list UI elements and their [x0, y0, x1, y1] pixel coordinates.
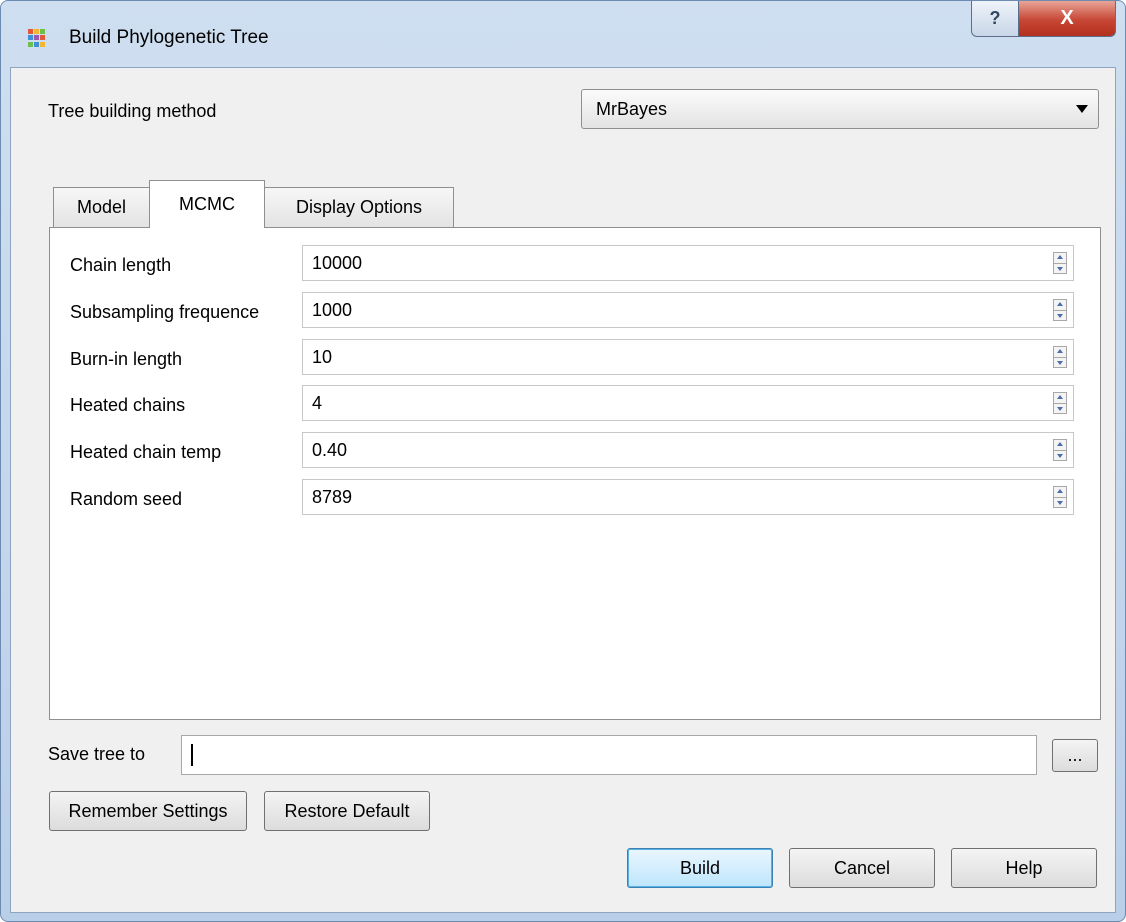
grid-app-icon	[28, 29, 46, 47]
button-label: Help	[1005, 857, 1043, 878]
chevron-down-icon	[1076, 105, 1088, 113]
title-bar[interactable]: Build Phylogenetic Tree ? X	[1, 1, 1125, 67]
browse-button[interactable]: ...	[1052, 739, 1098, 772]
spin-arrows-icon[interactable]	[1053, 299, 1067, 321]
tab-mcmc[interactable]: MCMC	[149, 180, 265, 228]
tab-display-options[interactable]: Display Options	[264, 187, 454, 227]
mcmc-panel: Chain length 10000 Subsampling frequence…	[49, 227, 1101, 720]
chain-length-label: Chain length	[70, 255, 172, 275]
heated-chain-temp-spinbox[interactable]: 0.40	[302, 432, 1074, 468]
text-caret	[191, 744, 193, 766]
button-label: Build	[679, 857, 721, 878]
heated-chains-label: Heated chains	[70, 395, 186, 415]
subsampling-spinbox[interactable]: 1000	[302, 292, 1074, 328]
spin-arrows-icon[interactable]	[1053, 346, 1067, 368]
method-select[interactable]: MrBayes	[581, 89, 1099, 129]
help-button[interactable]: Help	[951, 848, 1097, 888]
spin-arrows-icon[interactable]	[1053, 392, 1067, 414]
restore-default-button[interactable]: Restore Default	[264, 791, 430, 831]
spin-arrows-icon[interactable]	[1053, 252, 1067, 274]
close-icon: X	[1060, 7, 1074, 29]
spinbox-value: 10	[312, 347, 333, 367]
question-mark-icon: ?	[989, 8, 1001, 28]
burn-in-label: Burn-in length	[70, 349, 183, 369]
spinbox-value: 10000	[312, 253, 363, 273]
burn-in-spinbox[interactable]: 10	[302, 339, 1074, 375]
cancel-button[interactable]: Cancel	[789, 848, 935, 888]
method-select-value: MrBayes	[596, 99, 668, 119]
save-tree-label: Save tree to	[48, 744, 146, 764]
spinbox-value: 4	[312, 393, 323, 413]
dialog-body: Tree building method MrBayes Model MCMC …	[10, 67, 1116, 913]
tab-label: Model	[76, 197, 127, 217]
method-label: Tree building method	[48, 101, 217, 121]
save-tree-input[interactable]	[181, 735, 1037, 775]
chain-length-spinbox[interactable]: 10000	[302, 245, 1074, 281]
heated-chains-spinbox[interactable]: 4	[302, 385, 1074, 421]
tab-label: MCMC	[179, 194, 235, 214]
button-label: Cancel	[833, 857, 891, 878]
tab-model[interactable]: Model	[53, 187, 150, 227]
heated-chain-temp-label: Heated chain temp	[70, 442, 222, 462]
spinbox-value: 1000	[312, 300, 353, 320]
help-title-button[interactable]: ?	[971, 1, 1019, 37]
spin-arrows-icon[interactable]	[1053, 486, 1067, 508]
spinbox-value: 8789	[312, 487, 353, 507]
random-seed-label: Random seed	[70, 489, 183, 509]
button-label: Remember Settings	[68, 800, 228, 821]
close-button[interactable]: X	[1018, 1, 1116, 37]
build-button[interactable]: Build	[627, 848, 773, 888]
spin-arrows-icon[interactable]	[1053, 439, 1067, 461]
ellipsis-icon: ...	[1067, 745, 1083, 765]
tab-label: Display Options	[295, 197, 423, 217]
subsampling-label: Subsampling frequence	[70, 302, 260, 322]
button-label: Restore Default	[284, 800, 410, 821]
remember-settings-button[interactable]: Remember Settings	[49, 791, 247, 831]
random-seed-spinbox[interactable]: 8789	[302, 479, 1074, 515]
dialog-window: Build Phylogenetic Tree ? X Tree buildin…	[0, 0, 1126, 922]
spinbox-value: 0.40	[312, 440, 348, 460]
window-title: Build Phylogenetic Tree	[69, 27, 269, 48]
